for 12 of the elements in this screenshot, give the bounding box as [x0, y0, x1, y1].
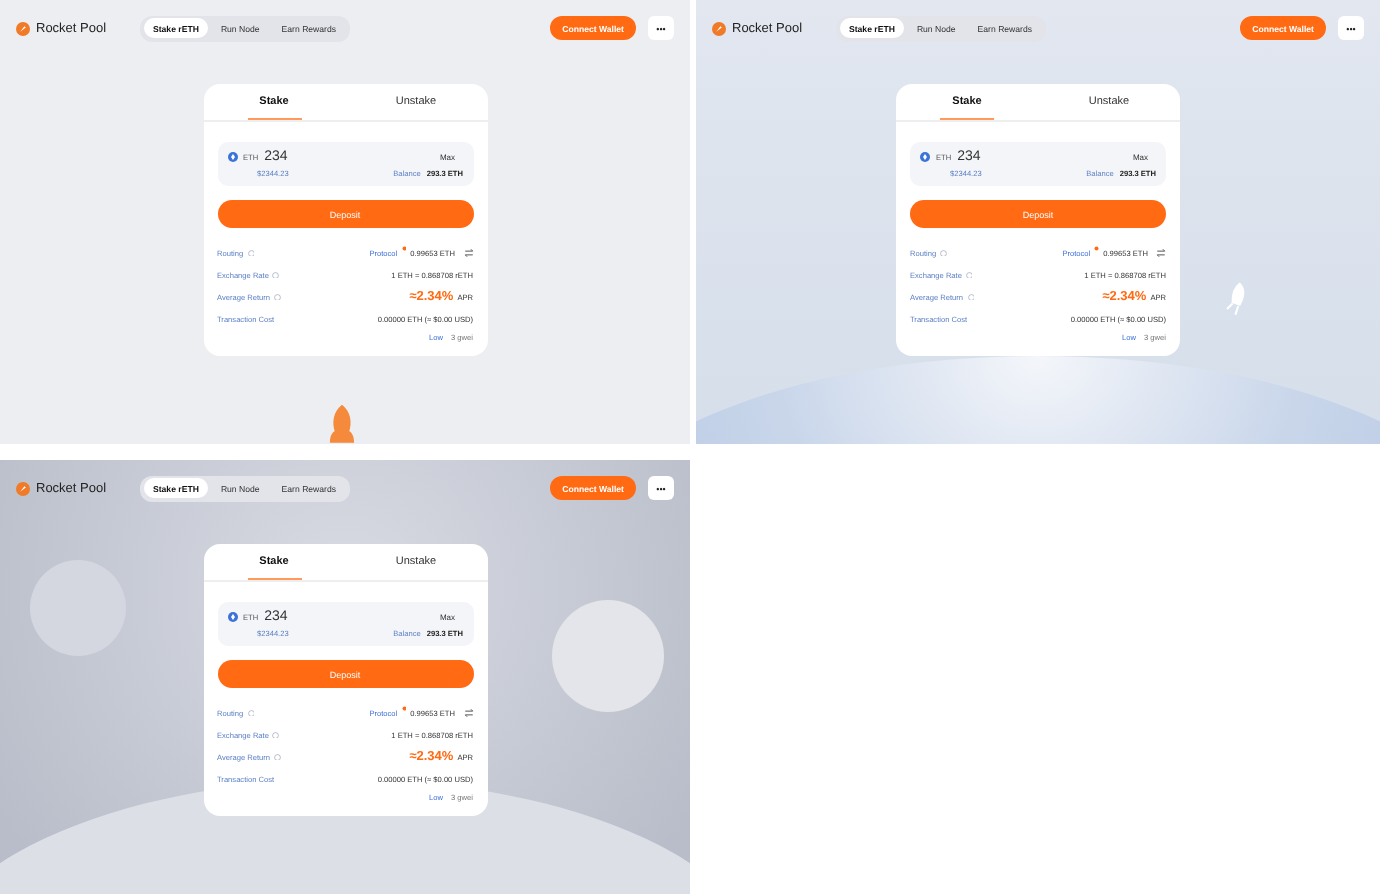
eth-token-icon: [227, 152, 237, 162]
sparkle-icon: [401, 246, 407, 251]
swap-icon[interactable]: [463, 248, 473, 258]
eth-token-icon: [227, 612, 237, 622]
swap-icon[interactable]: [463, 708, 473, 718]
sparkle-icon: [401, 706, 407, 711]
swap-icon[interactable]: [1156, 248, 1166, 258]
rocket-logo-icon: [16, 481, 30, 495]
sparkle-icon: [1094, 246, 1100, 251]
rocket-logo-icon: [712, 21, 726, 35]
eth-token-icon: [920, 152, 930, 162]
rocket-logo-icon: [16, 21, 30, 35]
